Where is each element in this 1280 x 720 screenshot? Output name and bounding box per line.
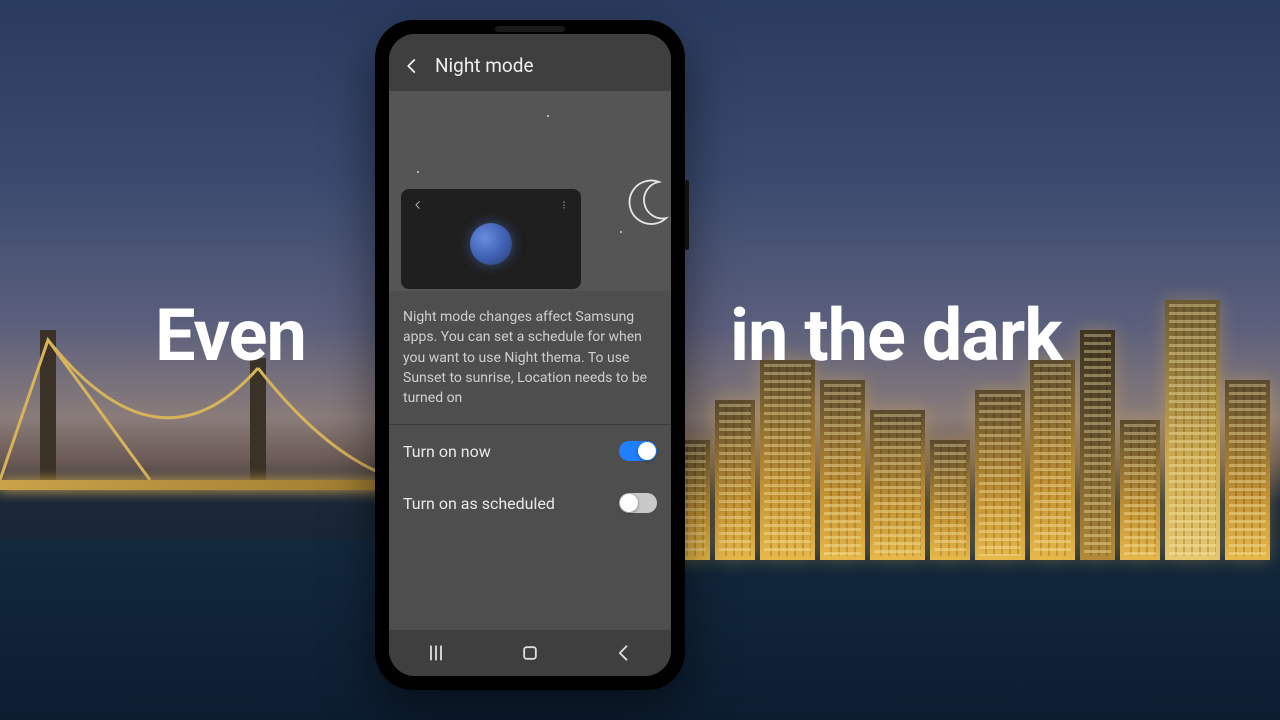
promo-scene: Even in the dark Night mode xyxy=(0,0,1280,720)
moon-icon xyxy=(619,171,671,229)
toggle-turn-on-now[interactable] xyxy=(619,441,657,461)
android-nav-bar xyxy=(389,630,671,676)
phone-screen: Night mode xyxy=(389,34,671,676)
app-header: Night mode xyxy=(389,34,671,91)
chevron-left-icon xyxy=(413,199,423,213)
setting-turn-on-scheduled[interactable]: Turn on as scheduled xyxy=(389,477,671,529)
phone-frame: Night mode xyxy=(375,20,685,690)
back-button[interactable] xyxy=(611,640,637,666)
planet-icon xyxy=(470,223,512,265)
home-button[interactable] xyxy=(517,640,543,666)
toggle-turn-on-scheduled[interactable] xyxy=(619,493,657,513)
setting-label: Turn on as scheduled xyxy=(403,494,555,513)
preview-card xyxy=(401,189,581,289)
spacer xyxy=(389,529,671,630)
setting-label: Turn on now xyxy=(403,442,491,461)
description-text: Night mode changes affect Samsung apps. … xyxy=(389,291,671,424)
page-title: Night mode xyxy=(435,54,534,77)
more-vert-icon xyxy=(559,199,569,213)
phone-speaker xyxy=(495,26,565,32)
recents-button[interactable] xyxy=(423,640,449,666)
tagline-left: Even xyxy=(155,300,306,372)
tagline-right: in the dark xyxy=(730,300,1062,372)
night-mode-illustration xyxy=(389,91,671,291)
back-icon[interactable] xyxy=(403,57,421,75)
setting-turn-on-now[interactable]: Turn on now xyxy=(389,425,671,477)
